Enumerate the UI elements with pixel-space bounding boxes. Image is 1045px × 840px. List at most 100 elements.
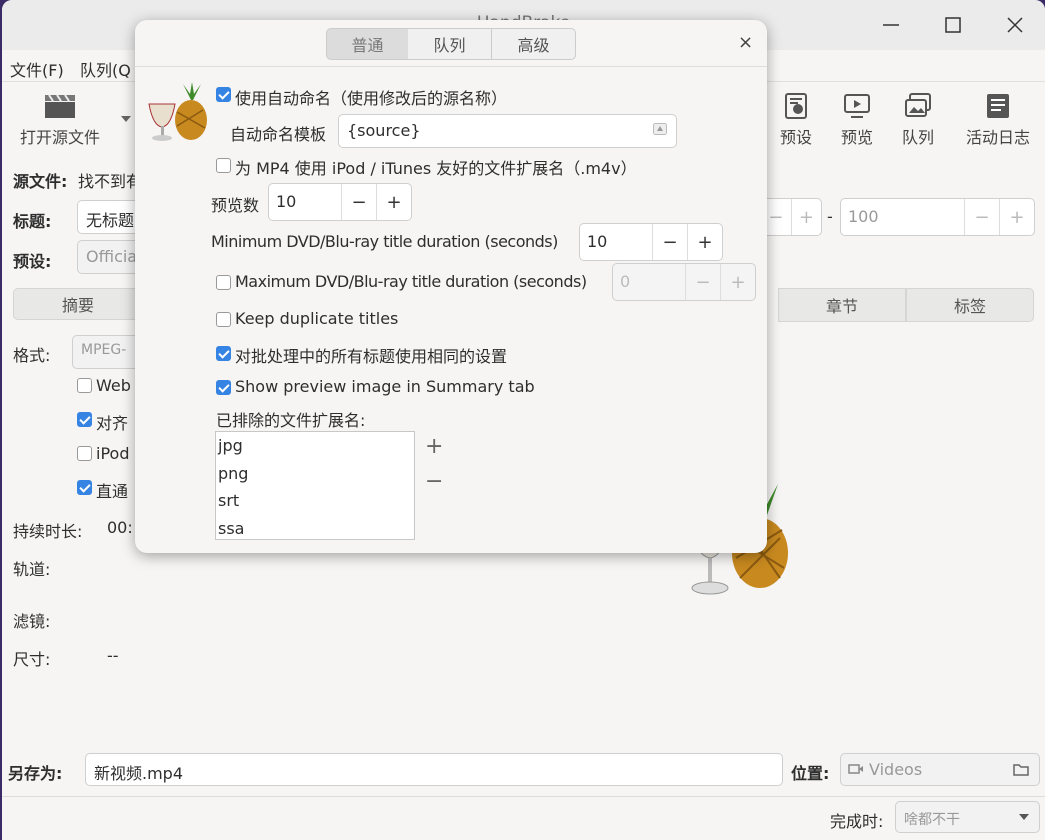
range-end-value[interactable]: 100 <box>841 199 964 235</box>
source-value: 找不到有 <box>78 172 143 191</box>
max-duration-increment[interactable]: + <box>720 264 755 300</box>
range-start-increment[interactable]: + <box>790 199 821 235</box>
template-label: 自动命名模板 <box>230 125 327 144</box>
open-source-button[interactable]: 打开源文件 <box>14 92 106 148</box>
same-settings-checkbox[interactable] <box>216 346 231 361</box>
format-label: 格式: <box>13 346 51 365</box>
dialog-divider <box>135 66 767 67</box>
web-optimized-checkbox[interactable] <box>77 378 92 393</box>
duration-label: 持续时长: <box>13 522 83 541</box>
max-duration-label: Maximum DVD/Blu-ray title duration (seco… <box>235 272 587 291</box>
save-as-label: 另存为: <box>8 764 63 783</box>
close-icon[interactable] <box>1002 12 1028 38</box>
preview-icon <box>844 94 870 118</box>
keep-duplicates-checkbox[interactable] <box>216 312 231 327</box>
video-folder-icon <box>848 764 863 774</box>
save-as-input[interactable]: 新视频.mp4 <box>85 753 783 786</box>
ipod-checkbox[interactable] <box>77 446 92 461</box>
location-value: Videos <box>869 760 923 779</box>
max-duration-decrement[interactable]: − <box>685 264 720 300</box>
range-end-spin[interactable]: 100 − + <box>840 198 1035 236</box>
preview-count-increment[interactable]: + <box>376 184 411 220</box>
menu-queue[interactable]: 队列(Q <box>80 57 131 81</box>
preset-label: 预设: <box>13 252 52 271</box>
min-duration-decrement[interactable]: − <box>652 224 687 260</box>
presets-button[interactable]: 预设 <box>774 92 818 148</box>
tab-advanced[interactable]: 高级 <box>492 28 576 60</box>
title-label: 标题: <box>13 212 52 231</box>
list-item[interactable]: ssa <box>216 515 414 539</box>
list-item[interactable]: srt <box>216 487 414 515</box>
activity-log-button[interactable]: 活动日志 <box>960 92 1036 148</box>
location-chooser[interactable]: Videos <box>840 753 1040 786</box>
tab-summary[interactable]: 摘要 <box>13 288 143 320</box>
keep-duplicates-label: Keep duplicate titles <box>235 309 399 328</box>
align-av-label: 对齐 <box>96 414 129 433</box>
minimize-icon[interactable] <box>878 12 904 38</box>
source-label: 源文件: <box>13 172 68 191</box>
list-item[interactable]: png <box>216 460 414 488</box>
show-preview-label: Show preview image in Summary tab <box>235 377 535 396</box>
filters-label: 滤镜: <box>13 612 51 631</box>
ipod-label: iPod <box>96 444 130 463</box>
web-optimized-label: Web <box>96 376 131 395</box>
remove-ext-button[interactable]: − <box>425 469 443 494</box>
range-dash: - <box>827 207 833 226</box>
activity-log-icon <box>987 94 1009 118</box>
presets-icon <box>785 93 807 119</box>
m4v-label: 为 MP4 使用 iPod / iTunes 友好的文件扩展名（.m4v） <box>235 159 637 178</box>
clapperboard-icon <box>45 94 75 118</box>
presets-label: 预设 <box>779 128 812 147</box>
field-edit-icon <box>653 123 667 135</box>
size-label: 尺寸: <box>13 650 51 669</box>
tab-general[interactable]: 普通 <box>326 28 409 60</box>
min-duration-increment[interactable]: + <box>687 224 722 260</box>
max-duration-checkbox[interactable] <box>216 275 231 290</box>
folder-open-icon[interactable] <box>1013 762 1029 776</box>
queue-button[interactable]: 队列 <box>896 92 940 148</box>
preview-count-label: 预览数 <box>211 196 260 215</box>
passthru-checkbox[interactable] <box>77 480 92 495</box>
align-av-checkbox[interactable] <box>77 412 92 427</box>
tab-chapters[interactable]: 章节 <box>778 288 906 322</box>
range-end-decrement[interactable]: − <box>964 199 999 235</box>
main-window: HandBrake 文件(F) 队列(Q 打开源文件 预设 预览 队列 活动日志… <box>2 0 1045 840</box>
excluded-ext-list[interactable]: jpg png srt ssa <box>215 431 415 540</box>
chevron-down-icon[interactable] <box>120 114 132 124</box>
max-duration-spin[interactable]: 0 − + <box>612 263 756 301</box>
range-start-spin[interactable]: − + <box>760 198 822 236</box>
preview-count-decrement[interactable]: − <box>341 184 376 220</box>
auto-name-checkbox[interactable] <box>216 87 231 102</box>
activity-log-label: 活动日志 <box>965 128 1030 147</box>
duration-value: 00: <box>107 518 133 537</box>
max-duration-value[interactable]: 0 <box>613 264 685 300</box>
auto-name-label: 使用自动命名（使用修改后的源名称） <box>235 89 508 108</box>
range-end-increment[interactable]: + <box>999 199 1034 235</box>
menu-file[interactable]: 文件(F) <box>10 57 64 81</box>
add-ext-button[interactable]: + <box>425 434 443 459</box>
preview-count-value[interactable]: 10 <box>269 184 341 220</box>
queue-label: 队列 <box>901 128 934 147</box>
tab-tags[interactable]: 标签 <box>906 288 1034 322</box>
when-done-label: 完成时: <box>830 812 884 831</box>
preview-button[interactable]: 预览 <box>835 92 879 148</box>
open-source-label: 打开源文件 <box>19 128 100 147</box>
preview-count-spin[interactable]: 10 − + <box>268 183 412 221</box>
min-duration-value[interactable]: 10 <box>580 224 652 260</box>
min-duration-spin[interactable]: 10 − + <box>579 223 723 261</box>
show-preview-checkbox[interactable] <box>216 380 231 395</box>
passthru-label: 直通 <box>96 482 129 501</box>
same-settings-label: 对批处理中的所有标题使用相同的设置 <box>235 347 508 366</box>
preferences-dialog: 普通 队列 高级 × 使用自动命名（使用修改后的源名称） 自动命名模板 {sou… <box>135 20 767 553</box>
handbrake-app-icon <box>148 82 207 141</box>
dialog-close-button[interactable]: × <box>738 32 753 53</box>
list-item[interactable]: jpg <box>216 432 414 460</box>
excluded-ext-label: 已排除的文件扩展名: <box>216 411 366 430</box>
maximize-icon[interactable] <box>940 12 966 38</box>
size-value: -- <box>107 646 119 665</box>
queue-icon <box>905 93 931 117</box>
preview-label: 预览 <box>840 128 873 147</box>
template-input[interactable]: {source} <box>338 114 677 148</box>
tab-queue[interactable]: 队列 <box>408 28 492 60</box>
m4v-checkbox[interactable] <box>216 158 231 173</box>
